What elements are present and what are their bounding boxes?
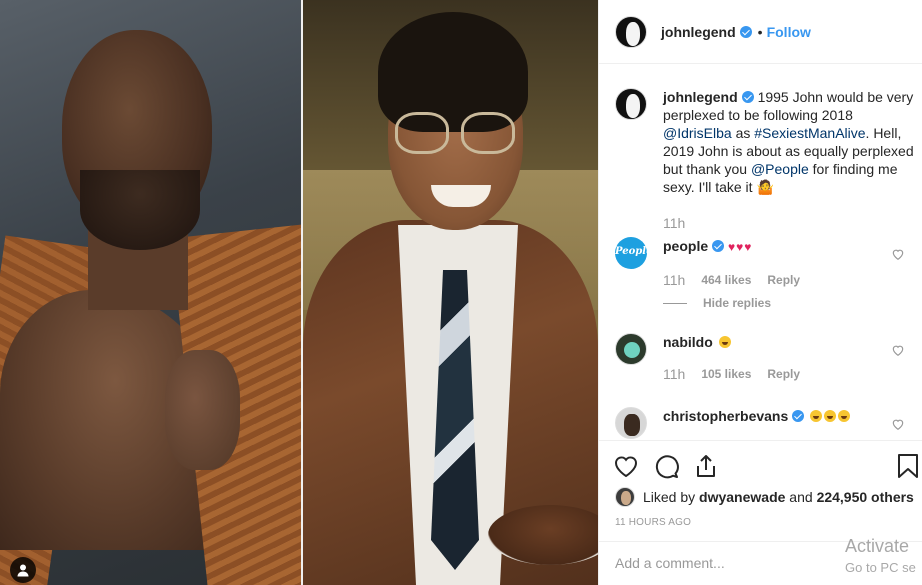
save-button[interactable] xyxy=(895,453,921,479)
reply-button[interactable]: Reply xyxy=(767,367,800,381)
beard xyxy=(80,170,200,250)
comment-username[interactable]: nabildo xyxy=(663,334,713,350)
post-photo[interactable] xyxy=(0,0,598,585)
caption: johnlegend 1995 John would be very perpl… xyxy=(615,88,915,238)
glasses-right-lens xyxy=(461,112,515,154)
reply-button[interactable]: Reply xyxy=(767,273,800,287)
verified-icon xyxy=(792,410,805,422)
glasses-left-lens xyxy=(395,112,449,154)
person-tag-icon[interactable] xyxy=(10,557,36,583)
comment-item: nabildo 11h 105 likes Reply xyxy=(615,333,915,393)
share-icon xyxy=(697,455,715,477)
avatar[interactable] xyxy=(615,407,647,439)
comment-item: People people ♥♥♥ 11h 464 likes Reply Hi… xyxy=(615,237,915,317)
hide-replies-label: Hide replies xyxy=(703,296,772,310)
avatar[interactable] xyxy=(615,487,635,507)
grinning-emoji-icon xyxy=(838,410,851,422)
caption-username[interactable]: johnlegend xyxy=(663,89,738,105)
photo-left-portrait xyxy=(0,0,301,585)
people-logo: People xyxy=(615,246,647,257)
post-side-panel: johnlegend • Follow johnlegend 1995 John… xyxy=(598,0,922,585)
caption-text: johnlegend 1995 John would be very perpl… xyxy=(663,88,915,196)
heart-icon[interactable] xyxy=(891,417,905,431)
avatar[interactable] xyxy=(615,333,647,365)
grinning-emoji-icon xyxy=(718,336,731,348)
avatar[interactable] xyxy=(615,15,647,48)
follow-button[interactable]: Follow xyxy=(767,24,811,40)
verified-icon xyxy=(741,91,754,103)
caption-time[interactable]: 11h xyxy=(663,215,685,231)
verified-icon xyxy=(712,240,725,252)
comment-body: people ♥♥♥ xyxy=(663,237,915,256)
heart-icon xyxy=(614,456,638,478)
bookmark-icon xyxy=(898,454,918,478)
comment-time[interactable]: 11h xyxy=(663,366,685,382)
grinning-emoji-icon xyxy=(810,410,823,422)
hashtag-link[interactable]: #SexiestManAlive xyxy=(754,125,865,141)
verified-icon xyxy=(739,25,752,38)
post-username[interactable]: johnlegend xyxy=(661,24,736,40)
action-bar xyxy=(599,440,922,490)
hide-replies-button[interactable]: Hide replies xyxy=(663,296,771,310)
avatar[interactable]: People xyxy=(615,237,647,269)
comment-body: nabildo xyxy=(663,333,915,351)
liked-by-middle: and xyxy=(785,489,817,505)
like-button[interactable] xyxy=(613,453,639,479)
caption-meta: 11h xyxy=(663,215,685,231)
activate-windows-watermark: Activate Go to PC se xyxy=(845,536,916,578)
watermark-line1: Activate xyxy=(845,536,910,556)
comment-icon xyxy=(655,455,679,479)
separator-dot: • xyxy=(757,23,763,40)
comment-input[interactable] xyxy=(615,555,835,571)
liked-by: Liked by dwyanewade and 224,950 others xyxy=(615,487,914,507)
comment-likes[interactable]: 464 likes xyxy=(701,273,751,287)
grinning-emoji-icon xyxy=(824,410,837,422)
watermark-line2: Go to PC se xyxy=(845,560,916,575)
comment-username[interactable]: people xyxy=(663,238,708,254)
avatar[interactable] xyxy=(615,88,647,120)
comment-likes[interactable]: 105 likes xyxy=(701,367,751,381)
hand xyxy=(165,350,240,470)
mention-link[interactable]: @IdrisElba xyxy=(663,125,732,141)
mention-link[interactable]: @People xyxy=(751,161,809,177)
comments-list[interactable]: johnlegend 1995 John would be very perpl… xyxy=(599,65,922,439)
liked-by-prefix: Liked by xyxy=(643,489,700,505)
comment-meta: 11h 105 likes Reply xyxy=(663,366,800,382)
share-button[interactable] xyxy=(693,453,719,479)
comment-username[interactable]: christopherbevans xyxy=(663,408,788,424)
caption-text-part: as xyxy=(731,125,755,141)
comment-item: christopherbevans xyxy=(615,407,915,439)
comment-meta: 11h 464 likes Reply xyxy=(663,272,800,288)
post-header: johnlegend • Follow xyxy=(599,0,922,64)
comment-text: ♥♥♥ xyxy=(728,240,753,254)
comment-body: christopherbevans xyxy=(663,407,915,425)
comment-time[interactable]: 11h xyxy=(663,272,685,288)
photo-right-portrait xyxy=(303,0,598,585)
likes-count[interactable]: 224,950 others xyxy=(817,489,914,505)
post-timestamp[interactable]: 11 HOURS AGO xyxy=(615,517,691,528)
liked-by-user[interactable]: dwyanewade xyxy=(699,489,785,505)
heart-icon[interactable] xyxy=(891,247,905,261)
comment-button[interactable] xyxy=(653,453,679,479)
heart-icon[interactable] xyxy=(891,343,905,357)
